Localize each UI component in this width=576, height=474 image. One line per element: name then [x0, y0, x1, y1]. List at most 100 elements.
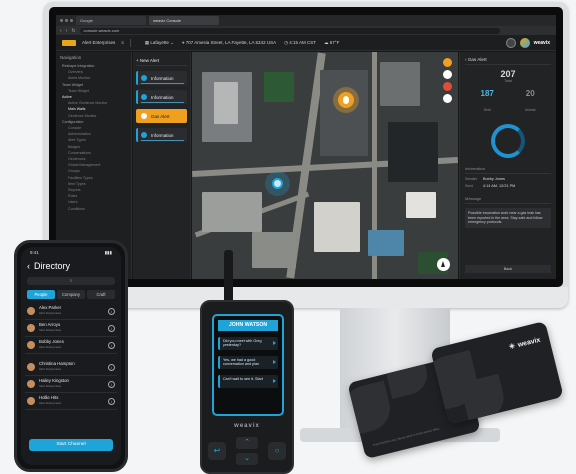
time-label: ◷ 4:15 AM CST — [284, 40, 316, 46]
person-name-block: Ben Arroyo Alert Enterprises — [39, 323, 104, 332]
sender-value[interactable]: Bobby Jones — [483, 177, 505, 181]
zoom-in-icon[interactable] — [443, 70, 452, 79]
alert-card-info[interactable]: Information — [136, 128, 187, 142]
message-bubble[interactable]: Yes, we had a good conversation and plan — [218, 356, 278, 369]
location-selector[interactable]: ▦ Lafayette ⌄ — [145, 40, 174, 46]
warning-icon — [141, 113, 147, 119]
zoom-out-icon[interactable] — [443, 94, 452, 103]
info-icon[interactable]: i — [108, 324, 115, 332]
select-key-icon[interactable]: ○ — [268, 442, 286, 460]
info-icon[interactable]: i — [108, 363, 115, 371]
settings-icon[interactable] — [505, 37, 516, 48]
org-name[interactable]: Alert Enterprises — [82, 40, 115, 45]
browser-address-bar: ‹ › ↻ console.weavix.com — [56, 26, 556, 35]
warning-icon[interactable] — [443, 82, 452, 91]
info-icon[interactable]: i — [108, 341, 115, 349]
card-fine-print: If you find this card, please return it … — [372, 426, 441, 447]
list-item[interactable]: Christina Hampton Alert Enterprises i — [25, 359, 117, 376]
reload-icon[interactable]: ↻ — [71, 28, 75, 34]
fire-icon[interactable] — [443, 58, 452, 67]
browser-tab-console[interactable]: weavix Console — [149, 16, 219, 25]
window-controls[interactable] — [60, 19, 73, 22]
back-chevron-icon[interactable]: ‹ — [27, 261, 30, 271]
weather-label: ☁ 67°F — [324, 40, 339, 46]
alert-card-info[interactable]: Information — [136, 90, 187, 104]
satellite-map[interactable] — [192, 52, 458, 279]
header-actions: weavix — [505, 37, 550, 48]
map-trees — [264, 72, 294, 102]
stat-unread-value: 20 — [525, 89, 535, 98]
menu-icon[interactable]: ≡ — [121, 40, 124, 45]
down-key-icon[interactable]: ⌄ — [236, 453, 258, 465]
time-text: 4:15 AM CST — [289, 39, 317, 45]
back-arrow-icon[interactable]: ‹ — [60, 28, 62, 34]
info-icon[interactable]: i — [108, 380, 115, 388]
info-icon[interactable]: i — [108, 397, 115, 405]
segment-control: People Company Craft — [27, 290, 115, 299]
forward-arrow-icon[interactable]: › — [66, 28, 68, 34]
person-company: Alert Enterprises — [39, 311, 62, 315]
person-name-block: Hollie Hits Alert Enterprises — [39, 396, 104, 405]
information-section: Information — [465, 166, 551, 174]
list-item[interactable]: Ben Arroyo Alert Enterprises i — [25, 320, 117, 337]
info-icon — [141, 75, 147, 81]
map-parking-lot — [320, 70, 368, 156]
user-location-pin[interactable] — [265, 171, 290, 196]
map-building — [314, 202, 360, 252]
radio-screen: JOHN WATSON Did you meet with Greg yeste… — [212, 314, 284, 416]
org-logo — [62, 39, 76, 46]
segment-craft[interactable]: Craft — [87, 290, 115, 299]
phone-screen: 9:41 ▮▮▮ ‹ Directory ⌕ People Company Craft … — [21, 247, 121, 465]
person-company: Alert Enterprises — [39, 345, 62, 349]
directory-header: ‹ Directory — [21, 257, 121, 271]
address-text: 707 Amesia Street, LA Fayette, LA 5342 U… — [185, 39, 277, 45]
list-item[interactable]: Alex Parker Alert Enterprises i — [25, 303, 117, 320]
alert-card-info[interactable]: Information — [136, 71, 187, 85]
back-button[interactable]: Back — [465, 265, 551, 273]
avatar — [27, 363, 35, 371]
card-brand: ✳ weavix — [508, 336, 541, 351]
sent-key: Sent — [465, 184, 473, 188]
alert-message: Possible excavation work near a gas leak… — [465, 208, 551, 228]
person-company: Alert Enterprises — [39, 367, 62, 371]
segment-people[interactable]: People — [27, 290, 55, 299]
new-alert-label: New Alert — [139, 58, 160, 63]
list-item[interactable]: Hollie Hits Alert Enterprises i — [25, 393, 117, 410]
search-input[interactable]: ⌕ — [27, 277, 115, 285]
list-item[interactable]: Hailey Kingston Alert Enterprises i — [25, 376, 117, 393]
alert-card-label: Gas Alert — [151, 113, 170, 119]
info-icon[interactable]: i — [108, 307, 115, 315]
list-item[interactable]: Bobby Jones Alert Enterprises i — [25, 337, 117, 354]
user-avatar[interactable] — [519, 37, 530, 48]
new-alert-button[interactable]: + New Alert — [136, 55, 187, 66]
stat-unread-label: Unread — [524, 108, 536, 112]
stat-sent-label: Sent — [483, 108, 491, 112]
reply-key-icon[interactable]: ↩ — [208, 442, 226, 460]
person-name-block: Christina Hampton Alert Enterprises — [39, 362, 104, 371]
segment-company[interactable]: Company — [57, 290, 85, 299]
person-name-block: Bobby Jones Alert Enterprises — [39, 340, 104, 349]
alert-card-label: Information — [151, 94, 174, 100]
card-brand-text: weavix — [517, 336, 542, 349]
alert-card-gas[interactable]: Gas Alert — [136, 109, 187, 123]
walkie-talkie-device: JOHN WATSON Did you meet with Greg yeste… — [200, 300, 294, 474]
up-key-icon[interactable]: ⌃ — [236, 437, 258, 449]
nav-item[interactable]: Conditions — [60, 206, 127, 212]
gas-alert-map-pin[interactable] — [338, 92, 354, 108]
map-building — [406, 192, 436, 218]
nav-list: Reshape Integration Overview Alerts Monito… — [60, 63, 127, 212]
radio-brand: weavix — [234, 423, 260, 429]
radio-antenna — [224, 250, 233, 306]
browser-tab-google[interactable]: Google — [76, 16, 146, 25]
message-bubble[interactable]: Did you meet with Greg yesterday? — [218, 337, 278, 350]
compass-icon[interactable] — [437, 258, 450, 271]
person-name: Alex Parker — [39, 305, 62, 311]
alert-card-underline — [141, 140, 184, 141]
map-building — [214, 82, 238, 124]
start-channel-button[interactable]: Start Channel — [29, 439, 113, 451]
message-bubble[interactable]: Can't wait to see it. Start — [218, 375, 278, 388]
alert-card-underline — [141, 102, 184, 103]
alert-card-label: Information — [151, 132, 174, 138]
url-field[interactable]: console.weavix.com — [79, 27, 500, 34]
total-count: 207 — [500, 69, 516, 79]
